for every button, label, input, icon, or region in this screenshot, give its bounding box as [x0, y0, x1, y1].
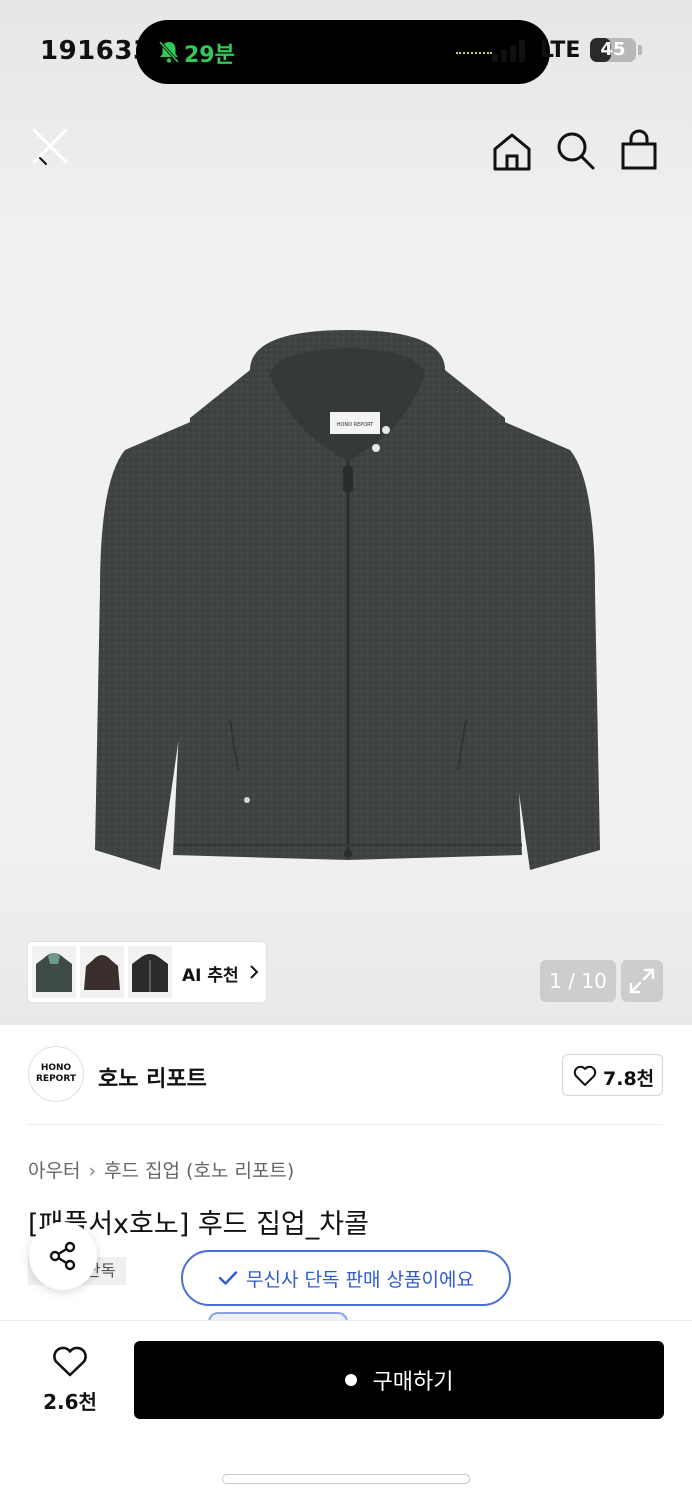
- battery-level: 45: [600, 39, 626, 60]
- heart-icon: [573, 1065, 597, 1086]
- battery-icon: 45: [590, 38, 636, 62]
- buy-button-label: 구매하기: [372, 1370, 454, 1395]
- shopping-bag-icon: [621, 129, 657, 170]
- signal-dots: [456, 52, 492, 54]
- home-button[interactable]: [488, 128, 536, 176]
- image-page-counter: 1 / 10: [540, 960, 616, 1002]
- wishlist-button[interactable]: 2.6천: [28, 1338, 112, 1414]
- cart-button[interactable]: [615, 126, 663, 174]
- ai-recommend-label[interactable]: AI 추천: [182, 961, 239, 986]
- breadcrumb-category[interactable]: 아우터: [28, 1160, 80, 1182]
- close-icon: [32, 128, 68, 165]
- product-image-area[interactable]: 1916333 29분 LTE 45 HONO REPORT AI 추천 1 /…: [0, 0, 692, 1025]
- bell-off-icon: [158, 40, 180, 64]
- exclusive-notice-tooltip: 무신사 단독 판매 상품이에요: [181, 1250, 511, 1306]
- status-bar: 1916333 29분 LTE 45: [0, 0, 692, 100]
- ai-recommend-strip[interactable]: AI 추천: [28, 942, 266, 1002]
- jacket-thumbnail-icon: [132, 954, 168, 992]
- svg-text:HONO REPORT: HONO REPORT: [337, 422, 375, 428]
- chevron-right-icon: [250, 965, 259, 979]
- cellular-signal-icon: [492, 40, 528, 62]
- network-type: LTE: [540, 38, 581, 63]
- buy-button[interactable]: 구매하기: [134, 1341, 664, 1419]
- brand-like-count: 7.8천: [603, 1068, 655, 1090]
- share-button[interactable]: [29, 1222, 97, 1290]
- chevron-right-icon: ›: [88, 1160, 97, 1182]
- expand-image-button[interactable]: [621, 960, 663, 1002]
- home-indicator[interactable]: [222, 1474, 470, 1484]
- check-icon: [218, 1271, 238, 1285]
- product-photo: HONO REPORT: [95, 330, 600, 870]
- brand-like-button[interactable]: 7.8천: [562, 1054, 663, 1096]
- close-button[interactable]: [26, 122, 74, 170]
- dot-icon: [344, 1374, 357, 1386]
- expand-icon: [629, 968, 655, 994]
- breadcrumb: 아우터 › 후드 집업 (호노 리포트): [28, 1156, 294, 1183]
- divider: [28, 1124, 663, 1125]
- recommend-thumbnail[interactable]: [128, 946, 172, 998]
- battery-cap: [638, 45, 642, 55]
- search-icon: [557, 132, 595, 170]
- wishlist-count: 2.6천: [43, 1390, 97, 1414]
- heart-icon: [53, 1346, 87, 1377]
- notification-text: 29분: [184, 43, 235, 68]
- hoodie-thumbnail-icon: [84, 955, 120, 990]
- recommend-thumbnail[interactable]: [32, 946, 76, 998]
- share-icon: [49, 1241, 76, 1271]
- recommend-thumbnail[interactable]: [80, 946, 124, 998]
- hoodie-thumbnail-icon: [36, 953, 72, 992]
- brand-logo-text: HONO: [40, 1063, 72, 1073]
- exclusive-notice-text: 무신사 단독 판매 상품이에요: [246, 1268, 474, 1291]
- brand-logo-text: REPORT: [36, 1074, 76, 1084]
- brand-name-link[interactable]: 호노 리포트: [98, 1061, 207, 1093]
- brand-logo[interactable]: HONO REPORT: [28, 1046, 84, 1102]
- home-icon: [493, 133, 531, 171]
- search-button[interactable]: [551, 126, 599, 174]
- breadcrumb-subcategory[interactable]: 후드 집업 (호노 리포트): [104, 1160, 294, 1182]
